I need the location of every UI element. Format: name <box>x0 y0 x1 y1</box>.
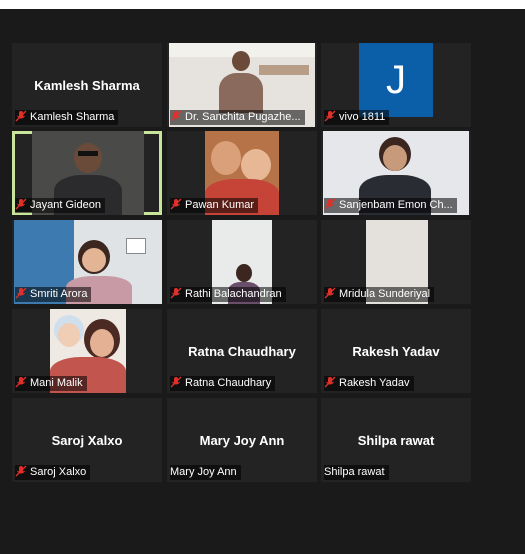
muted-mic-icon <box>324 110 336 122</box>
participant-name-label: Ratna Chaudhary <box>170 376 276 391</box>
muted-mic-icon <box>324 198 336 210</box>
participant-tile-active-speaker[interactable]: Jayant Gideon <box>12 131 162 215</box>
participant-tile[interactable]: Ratna Chaudhary Ratna Chaudhary <box>167 309 317 393</box>
muted-mic-icon <box>15 465 27 477</box>
participant-tile[interactable]: Saroj Xalxo Saroj Xalxo <box>12 398 162 482</box>
participant-tile[interactable]: Smriti Arora <box>12 220 162 304</box>
participant-tile[interactable]: Pawan Kumar <box>167 131 317 215</box>
participant-name-label: Mani Malik <box>15 376 87 391</box>
participant-display-name: Shilpa rawat <box>357 433 435 448</box>
participant-name-label: Smriti Arora <box>15 287 92 302</box>
participant-name-label: Rathi Balachandran <box>170 287 286 302</box>
participant-display-name: Mary Joy Ann <box>199 433 285 448</box>
participant-name-label: Kamlesh Sharma <box>15 110 119 125</box>
participant-tile[interactable]: Rathi Balachandran <box>167 220 317 304</box>
avatar: J <box>359 43 433 117</box>
muted-mic-icon <box>15 376 27 388</box>
participant-tile[interactable]: Shilpa rawat Shilpa rawat <box>321 398 471 482</box>
participant-name-label: Mridula Sunderiyal <box>324 287 435 302</box>
gallery-view: Kamlesh Sharma Kamlesh Sharma Dr. Sanchi… <box>0 9 525 554</box>
participant-name-label: Rakesh Yadav <box>324 376 414 391</box>
participant-display-name: Rakesh Yadav <box>352 344 440 359</box>
muted-mic-icon <box>170 110 182 122</box>
participant-name-label: Mary Joy Ann <box>170 465 241 480</box>
participant-name-label: Shilpa rawat <box>324 465 389 480</box>
top-strip <box>0 0 525 9</box>
muted-mic-icon <box>324 287 336 299</box>
muted-mic-icon <box>170 198 182 210</box>
muted-mic-icon <box>170 376 182 388</box>
muted-mic-icon <box>170 287 182 299</box>
muted-mic-icon <box>324 376 336 388</box>
participant-tile[interactable]: J vivo 1811 <box>321 43 471 127</box>
participant-name-label: Saroj Xalxo <box>15 465 91 480</box>
participant-display-name: Saroj Xalxo <box>51 433 123 448</box>
participant-display-name: Ratna Chaudhary <box>188 344 296 359</box>
muted-mic-icon <box>15 110 27 122</box>
participant-name-label: Pawan Kumar <box>170 198 259 213</box>
participant-name-label: Jayant Gideon <box>15 198 105 213</box>
muted-mic-icon <box>15 198 27 210</box>
participant-tile[interactable]: Mary Joy Ann Mary Joy Ann <box>167 398 317 482</box>
participant-name-label: Dr. Sanchita Pugazhe... <box>170 110 305 125</box>
muted-mic-icon <box>15 287 27 299</box>
participant-tile[interactable]: Mani Malik <box>12 309 162 393</box>
participant-display-name: Kamlesh Sharma <box>34 78 140 93</box>
participant-tile[interactable]: Sanjenbam Emon Ch... <box>321 131 471 215</box>
participant-tile[interactable]: Dr. Sanchita Pugazhe... <box>167 43 317 127</box>
participant-name-label: Sanjenbam Emon Ch... <box>324 198 457 213</box>
participant-tile[interactable]: Kamlesh Sharma Kamlesh Sharma <box>12 43 162 127</box>
participant-tile[interactable]: Rakesh Yadav Rakesh Yadav <box>321 309 471 393</box>
participant-name-label: vivo 1811 <box>324 110 390 125</box>
participant-tile[interactable]: Mridula Sunderiyal <box>321 220 471 304</box>
